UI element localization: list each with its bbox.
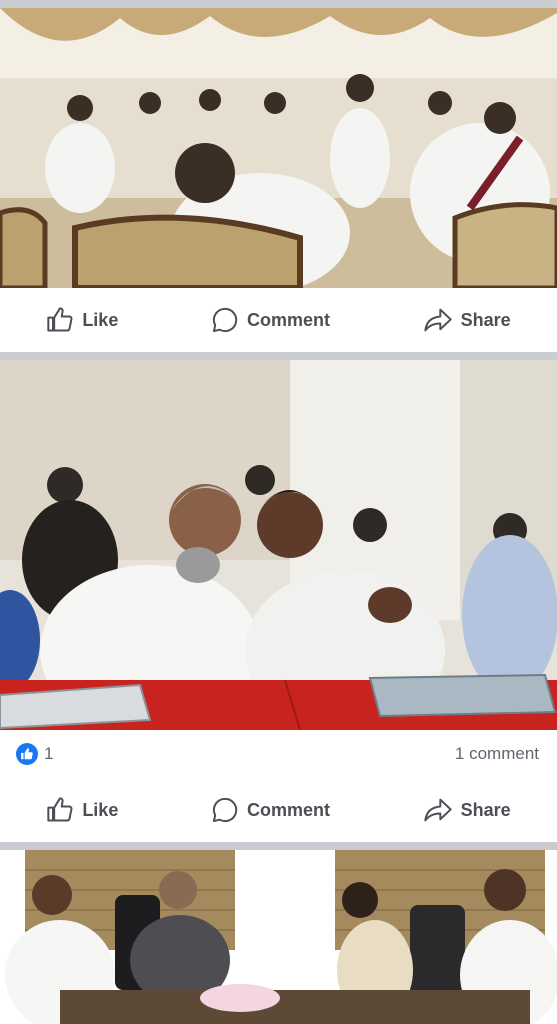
- post-1-share-label: Share: [460, 309, 511, 330]
- post-1-comment-button[interactable]: Comment: [211, 306, 330, 334]
- post-1-like-label: Like: [82, 309, 119, 330]
- post-1-like-button[interactable]: Like: [46, 306, 118, 334]
- post-1-share-button[interactable]: Share: [423, 306, 511, 334]
- post-1-photo[interactable]: [0, 8, 557, 288]
- post-3-photo[interactable]: [0, 850, 557, 1024]
- reaction-count: 1: [44, 744, 54, 763]
- post-2-action-bar: Like Comment Share: [0, 778, 557, 842]
- separator-2: [0, 842, 557, 850]
- post-2-share-button[interactable]: Share: [423, 796, 511, 824]
- comment-icon: [211, 796, 239, 824]
- post-2-photo[interactable]: [0, 360, 557, 730]
- comment-icon: [211, 306, 239, 334]
- post-1-action-bar: Like Comment Share: [0, 288, 557, 352]
- post-2-comment-button[interactable]: Comment: [211, 796, 330, 824]
- comment-count-link[interactable]: 1 comment: [455, 744, 539, 764]
- post-3-image: [0, 850, 557, 1024]
- post-2-share-label: Share: [460, 799, 511, 820]
- separator-top: [0, 0, 557, 8]
- share-icon: [423, 306, 453, 334]
- post-2-image: [0, 360, 557, 730]
- like-icon: [46, 796, 74, 824]
- post-1-image: [0, 8, 557, 288]
- share-icon: [423, 796, 453, 824]
- post-2-reactions-bar: 1 1 comment: [0, 730, 557, 778]
- like-icon: [46, 306, 74, 334]
- post-2-comment-label: Comment: [246, 799, 330, 820]
- post-1-comment-label: Comment: [246, 309, 330, 330]
- post-2-like-label: Like: [82, 799, 119, 820]
- post-2-reaction-summary[interactable]: 1: [16, 743, 53, 765]
- like-icon: [16, 743, 38, 765]
- post-2-like-button[interactable]: Like: [46, 796, 118, 824]
- separator-1: [0, 352, 557, 360]
